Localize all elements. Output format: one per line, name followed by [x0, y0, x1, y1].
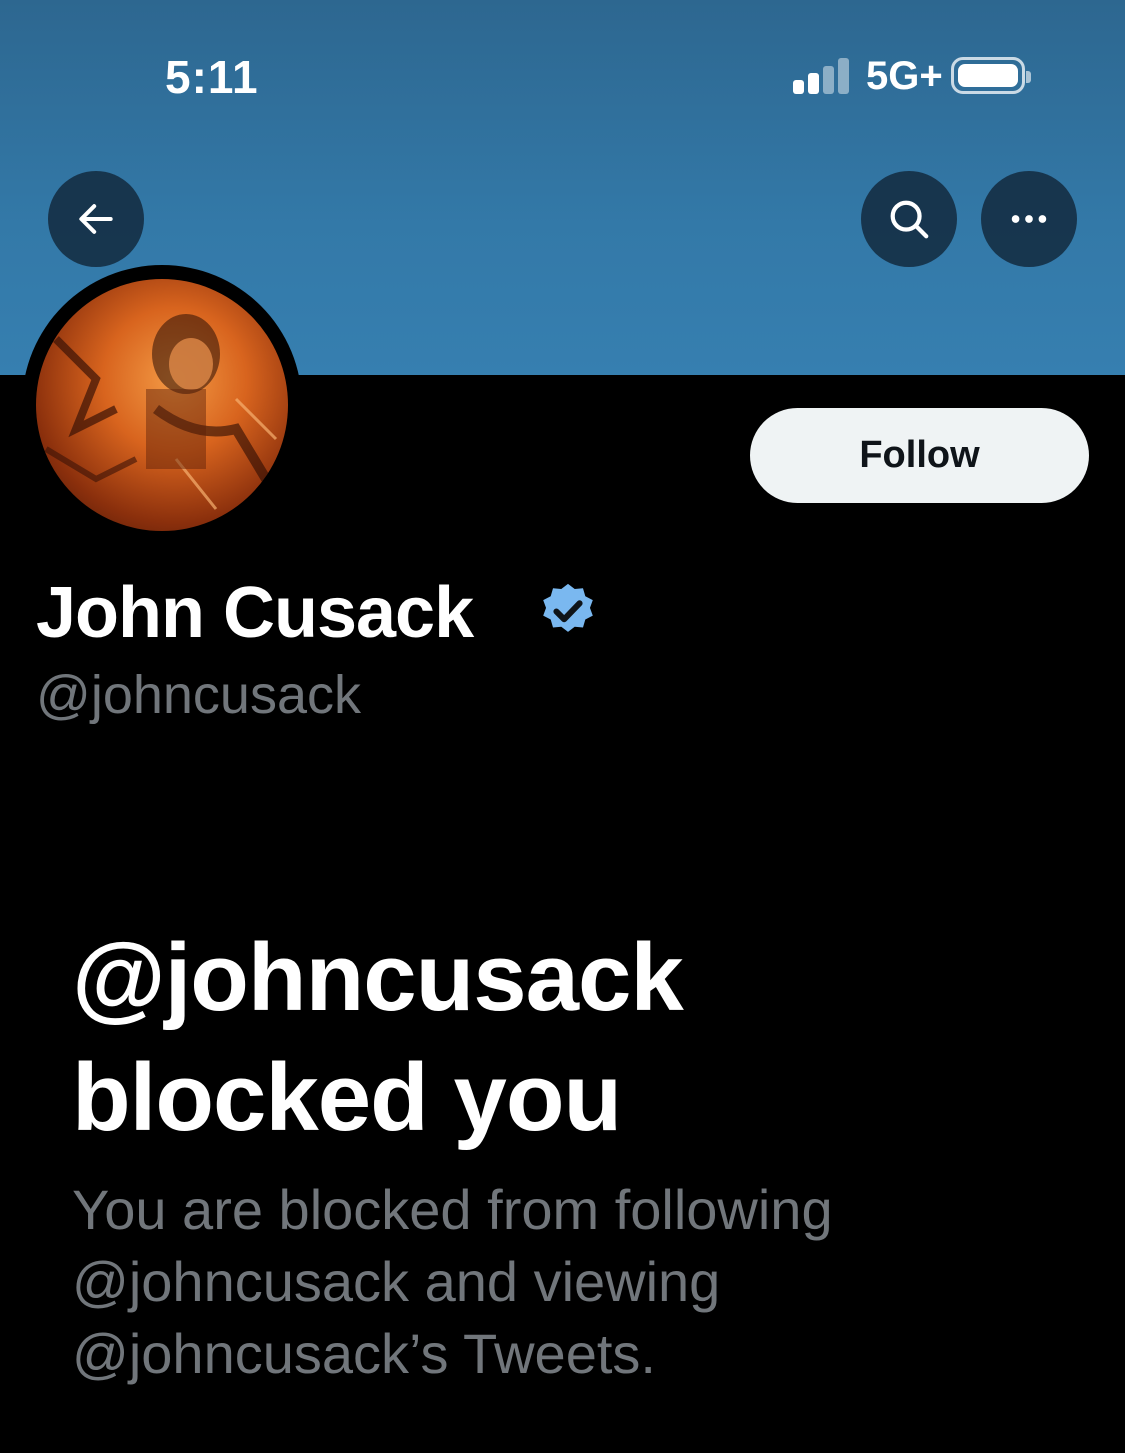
battery-icon	[951, 57, 1031, 94]
more-horizontal-icon	[1011, 215, 1047, 223]
status-time: 5:11	[165, 51, 259, 103]
blocked-title: @johncusack blocked you	[72, 924, 684, 1151]
search-button[interactable]	[861, 171, 957, 267]
back-button[interactable]	[48, 171, 144, 267]
blocked-description: You are blocked from following @johncusa…	[72, 1178, 833, 1385]
avatar-photo	[44, 314, 278, 510]
more-options-button[interactable]	[981, 171, 1077, 267]
profile-display-name: John Cusack	[36, 573, 474, 653]
search-icon	[890, 200, 929, 239]
profile-screen: 5:11 5G+ Follow John Cusack @johncusack …	[0, 0, 1125, 1453]
follow-button[interactable]: Follow	[750, 408, 1089, 503]
verified-badge-icon	[543, 583, 593, 632]
profile-handle: @johncusack	[36, 665, 361, 725]
arrow-left-icon	[79, 204, 113, 234]
network-type: 5G+	[866, 54, 943, 98]
cellular-signal-icon	[793, 58, 851, 94]
avatar[interactable]	[36, 279, 288, 531]
